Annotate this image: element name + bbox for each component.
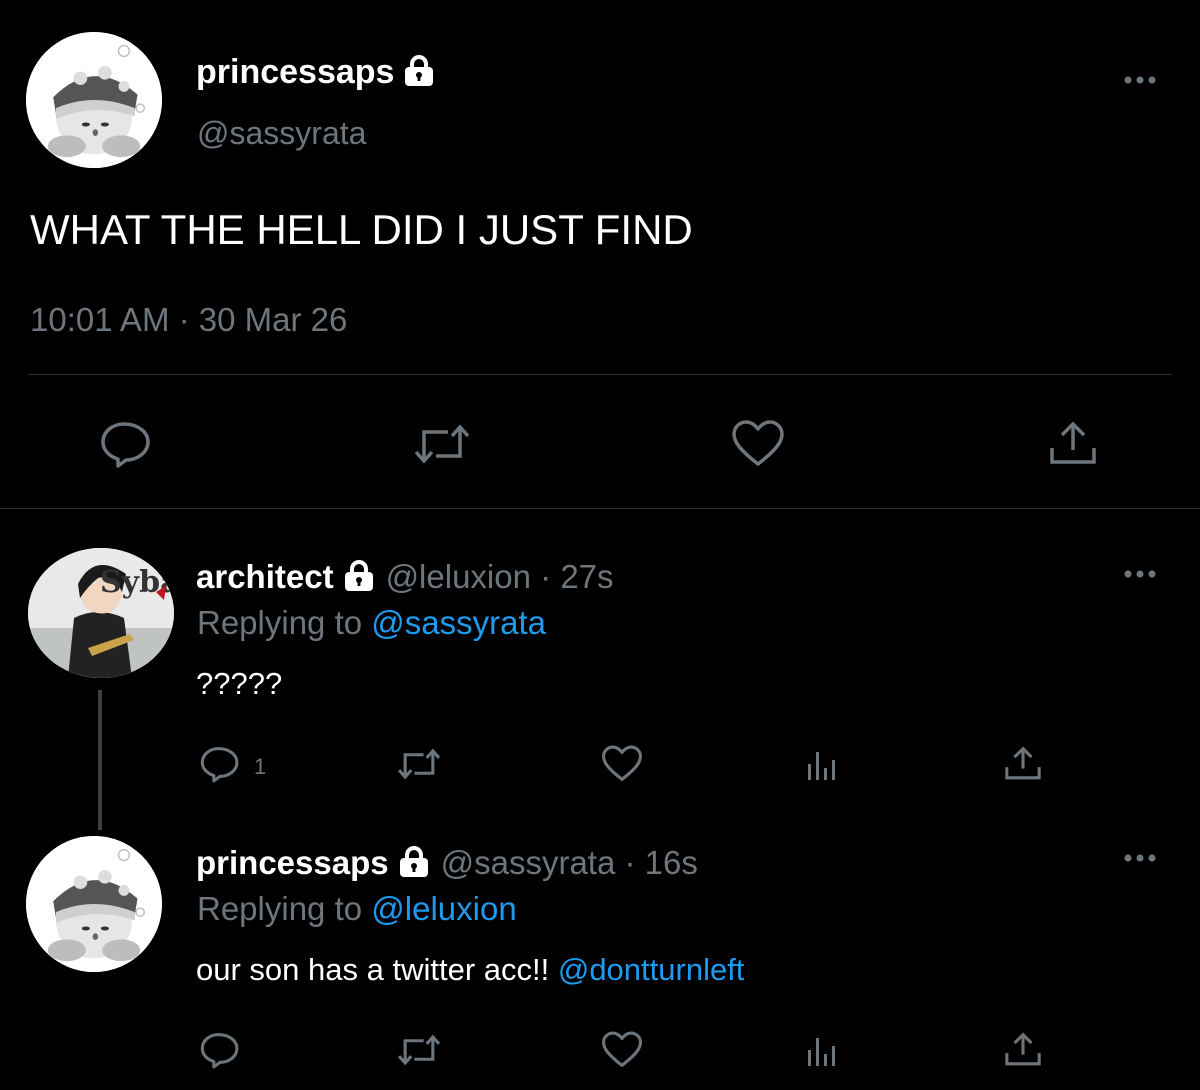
analytics-icon [808,1038,835,1066]
reply2-handle[interactable]: @sassyrata [441,844,616,881]
reply2-replying-to: Replying to @leluxion [197,888,517,930]
reply-icon [200,747,239,783]
main-reply-button[interactable] [98,418,154,470]
reply2-avatar[interactable] [26,836,162,972]
lock-icon [402,55,436,96]
reply1-handle[interactable]: @leluxion [386,558,531,595]
reply1-avatar[interactable]: Sybau [28,548,174,678]
lock-icon [397,846,431,888]
reply2-like-button[interactable] [600,1030,644,1070]
main-tweet-timestamp[interactable]: 10:01 AM · 30 Mar 26 [30,300,347,340]
main-share-button[interactable] [1046,418,1100,470]
reply2-more-button[interactable] [1120,848,1160,868]
reply2-age[interactable]: 16s [645,844,698,881]
reply1-analytics-button[interactable] [802,744,842,784]
analytics-icon [808,752,835,780]
retweet-icon [414,424,470,464]
main-tweet-time: 10:01 AM [30,301,170,338]
reply1-text: ????? [196,666,283,701]
thread-connector-line [98,690,102,830]
retweet-icon [397,1034,441,1066]
main-retweet-button[interactable] [410,418,474,470]
reply2-reply-button[interactable] [198,1030,242,1070]
reply1-separator: · [540,558,552,595]
main-tweet-divider [28,374,1172,375]
share-icon [1005,1032,1041,1066]
reply1-age[interactable]: 27s [560,558,613,595]
reply1-share-button[interactable] [1002,744,1044,784]
reply1-retweet-button[interactable] [394,744,444,784]
reply2-retweet-button[interactable] [394,1030,444,1070]
timestamp-separator: · [178,301,190,338]
replying-to-label: Replying to [197,890,363,927]
replying-to-mention[interactable]: @sassyrata [371,604,546,641]
more-icon [1124,854,1156,862]
kirby-avatar-image [26,32,162,168]
reply1-replying-to: Replying to @sassyrata [197,602,546,644]
reply2-analytics-button[interactable] [802,1030,842,1070]
share-icon [1005,746,1041,780]
replying-to-label: Replying to [197,604,363,641]
heart-icon [732,420,784,466]
reply2-share-button[interactable] [1002,1030,1044,1070]
reply1-header: architect @leluxion · 27s [196,556,614,602]
reply2-text: our son has a twitter acc!! [196,952,550,987]
retweet-icon [397,748,441,780]
main-tweet-display-name[interactable]: princessaps [196,53,394,91]
anime-avatar-image: Sybau [28,548,174,678]
main-tweet-avatar[interactable] [26,32,162,168]
kirby-avatar-image [26,836,162,972]
reply1-display-name[interactable]: architect [196,558,334,595]
reply1-more-button[interactable] [1120,564,1160,584]
main-tweet-more-button[interactable] [1120,70,1160,90]
main-tweet-display-name-row[interactable]: princessaps [196,52,436,96]
heart-icon [602,1031,642,1067]
main-tweet-text: WHAT THE HELL DID I JUST FIND [30,206,693,253]
share-icon [1050,421,1096,464]
reply2-mention[interactable]: @dontturnleft [558,952,745,987]
replying-to-mention[interactable]: @leluxion [371,890,516,927]
reply-icon [101,422,150,468]
main-tweet-date: 30 Mar 26 [198,301,348,338]
reply2-header: princessaps @sassyrata · 16s [196,842,698,888]
reply2-separator: · [624,844,636,881]
reply2-display-name[interactable]: princessaps [196,844,389,881]
reply1-reply-count: 1 [254,754,267,779]
main-like-button[interactable] [730,418,786,470]
more-icon [1124,76,1156,84]
heart-icon [602,745,642,781]
reply-icon [200,1033,239,1069]
reply2-text-row: our son has a twitter acc!! @dontturnlef… [196,950,744,990]
more-icon [1124,570,1156,578]
reply1-reply-button[interactable] [198,744,242,784]
reply1-like-button[interactable] [600,744,644,784]
main-tweet-handle[interactable]: @sassyrata [197,114,366,152]
section-divider [0,508,1200,509]
lock-icon [342,560,376,602]
